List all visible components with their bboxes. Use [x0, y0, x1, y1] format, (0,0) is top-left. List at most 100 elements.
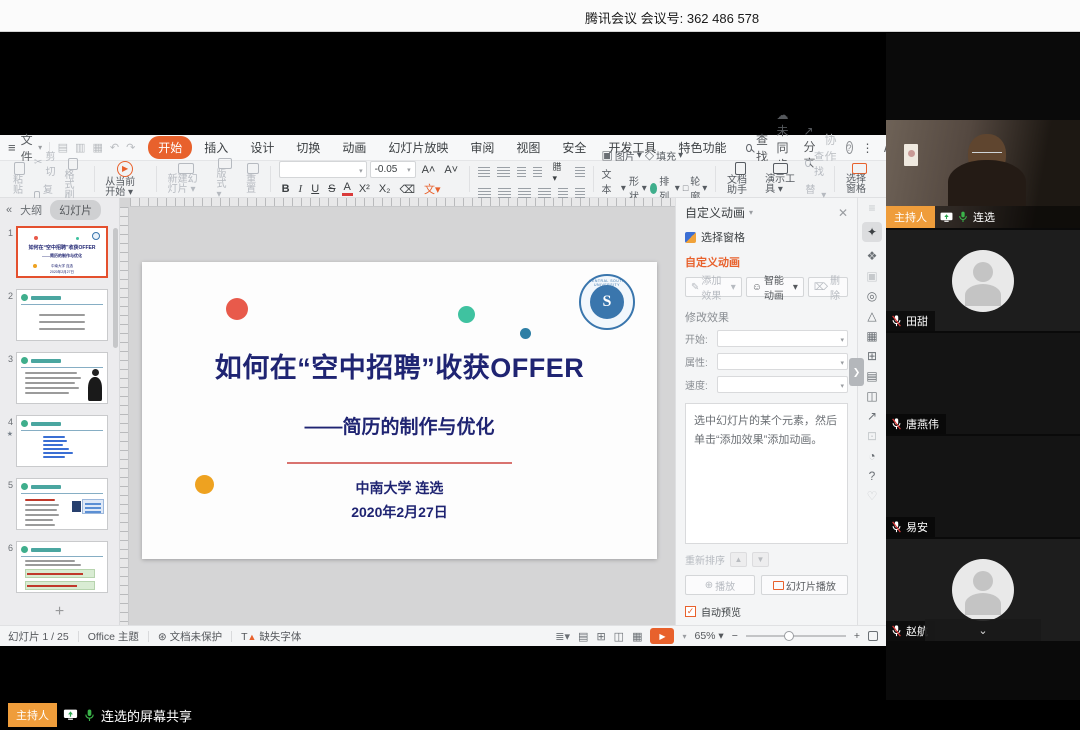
- italic-button[interactable]: I: [296, 183, 306, 195]
- increase-font-icon[interactable]: A˄: [419, 164, 439, 176]
- format-pane-icon[interactable]: ▣: [866, 270, 877, 282]
- slide-thumbnail-1[interactable]: 如何在“空中招聘”收获OFFER ——简历的制作与优化 中南大学 连选 2020…: [16, 226, 108, 278]
- theme-name[interactable]: Office 主题: [88, 629, 139, 644]
- speed-select[interactable]: ▾: [717, 376, 848, 393]
- slide-canvas[interactable]: CENTRAL SOUTH UNIVERSITY S 如何在“空中招聘”收获OF…: [120, 198, 675, 625]
- tab-transition[interactable]: 切换: [286, 136, 330, 159]
- missing-font-warning[interactable]: T▲ 缺失字体: [241, 629, 301, 644]
- increase-indent-icon[interactable]: [533, 167, 542, 177]
- subscript-button[interactable]: X₂: [376, 183, 394, 195]
- font-size-input[interactable]: -0.05▾: [370, 161, 416, 178]
- present-tools-button[interactable]: 演示工具 ▾: [762, 163, 799, 195]
- property-select[interactable]: ▾: [717, 353, 848, 370]
- slide-thumbnail-6[interactable]: [16, 541, 108, 593]
- start-select[interactable]: ▾: [717, 330, 848, 347]
- underline-button[interactable]: U: [308, 183, 322, 195]
- notes-icon[interactable]: ≣▾: [555, 630, 570, 643]
- preview-icon[interactable]: ▦: [91, 141, 103, 154]
- save-icon[interactable]: ▤: [57, 141, 69, 154]
- layout-button[interactable]: 版式 ▾: [213, 158, 237, 200]
- add-slide-button[interactable]: +: [0, 599, 119, 625]
- text-direction-icon[interactable]: [575, 188, 585, 198]
- outline-tab[interactable]: 大纲: [20, 202, 42, 218]
- hamburger-menu-icon[interactable]: ≡: [8, 140, 16, 155]
- favorite-pane-icon[interactable]: ♡: [867, 490, 878, 502]
- normal-view-icon[interactable]: ▤: [578, 630, 588, 643]
- grid-pane-icon[interactable]: ⊞: [867, 350, 877, 362]
- font-name-input[interactable]: ▾: [279, 161, 367, 178]
- panel-title-caret-icon[interactable]: ▾: [749, 208, 753, 217]
- find-toolbar-button[interactable]: 查找: [805, 148, 826, 178]
- slide-thumbnail-3[interactable]: [16, 352, 108, 404]
- zoom-slider[interactable]: [746, 635, 846, 637]
- undo-icon[interactable]: ↶: [109, 141, 120, 154]
- redo-icon[interactable]: ↷: [125, 141, 136, 154]
- help-icon[interactable]: ?: [846, 141, 853, 154]
- close-panel-icon[interactable]: ✕: [838, 206, 848, 220]
- help-pane-icon[interactable]: ?: [869, 470, 876, 482]
- decrease-font-icon[interactable]: A˅: [441, 164, 461, 176]
- clear-format-button[interactable]: ⌫: [396, 183, 418, 196]
- print-icon[interactable]: ▥: [74, 141, 86, 154]
- align-right-icon[interactable]: [518, 188, 531, 198]
- tab-design[interactable]: 设计: [240, 136, 284, 159]
- picture-button[interactable]: ▣ 图片 ▾: [602, 148, 642, 163]
- zoom-slider-thumb[interactable]: [784, 631, 794, 641]
- shape-pane-icon[interactable]: △: [867, 310, 876, 322]
- line-spacing-icon[interactable]: [575, 167, 584, 177]
- selection-pane-button[interactable]: 选择窗格: [843, 163, 876, 195]
- panel-collapse-icon[interactable]: «: [6, 204, 12, 216]
- doc-assistant-button[interactable]: 文档助手: [724, 162, 756, 196]
- strikethrough-button[interactable]: S: [325, 183, 338, 195]
- history-pane-icon[interactable]: ◔: [868, 450, 875, 462]
- collapse-participants-button[interactable]: ⌄: [925, 619, 1041, 641]
- format-painter-button[interactable]: 格式刷: [61, 158, 85, 201]
- slideshow-view-icon[interactable]: ▦: [632, 630, 642, 643]
- slideshow-play-button[interactable]: 幻灯片播放: [761, 575, 848, 595]
- tab-view[interactable]: 视图: [506, 136, 550, 159]
- export-pane-icon[interactable]: ↗: [867, 410, 877, 422]
- slides-tab[interactable]: 幻灯片: [50, 200, 101, 220]
- text-effects-button[interactable]: 文▾: [421, 181, 444, 197]
- tab-home[interactable]: 开始: [148, 136, 192, 159]
- zoom-level[interactable]: 65% ▾: [695, 630, 724, 642]
- decrease-indent-icon[interactable]: [517, 167, 526, 177]
- video-tile-yian[interactable]: 易安: [886, 436, 1080, 537]
- video-tile-tangyanwei[interactable]: 唐燕伟: [886, 333, 1080, 434]
- table-pane-icon[interactable]: ▦: [866, 330, 877, 342]
- animation-pane-icon[interactable]: ✦: [862, 222, 882, 242]
- tab-animation[interactable]: 动画: [332, 136, 376, 159]
- numbered-list-icon[interactable]: [497, 167, 509, 177]
- auto-preview-checkbox[interactable]: ✓ 自动预览: [685, 604, 848, 619]
- play-from-current-button[interactable]: ▶ 从当前开始 ▾: [102, 161, 148, 198]
- more-options-icon[interactable]: ⋮: [862, 141, 874, 155]
- slide-thumbnail-2[interactable]: [16, 289, 108, 341]
- selection-pane-link[interactable]: 选择窗格: [685, 229, 848, 245]
- paragraph-layout-icon[interactable]: 腊▾: [549, 160, 568, 184]
- file-menu[interactable]: 文件: [21, 131, 34, 165]
- find-button[interactable]: 查找: [746, 131, 770, 165]
- bold-button[interactable]: B: [279, 183, 293, 195]
- bullet-list-icon[interactable]: [478, 167, 490, 177]
- collapse-panel-arrow[interactable]: ❯: [849, 358, 864, 386]
- smart-animation-button[interactable]: ☺ 智能动画 ▾: [746, 277, 804, 297]
- align-center-icon[interactable]: [498, 188, 511, 198]
- fill-button[interactable]: ◇ 填充 ▾: [645, 148, 683, 163]
- archive-pane-icon[interactable]: ⊡: [867, 430, 877, 442]
- video-tile-tiantian[interactable]: 田甜: [886, 230, 1080, 331]
- align-pane-icon[interactable]: ▤: [866, 370, 877, 382]
- tab-insert[interactable]: 插入: [194, 136, 238, 159]
- font-color-button[interactable]: A: [342, 182, 353, 196]
- superscript-button[interactable]: X²: [356, 183, 373, 195]
- columns-icon[interactable]: [558, 188, 568, 198]
- slide-thumbnail-4[interactable]: [16, 415, 108, 467]
- tab-security[interactable]: 安全: [552, 136, 596, 159]
- layers-pane-icon[interactable]: ◫: [866, 390, 877, 402]
- reading-view-icon[interactable]: ◫: [614, 630, 624, 643]
- zoom-in-button[interactable]: +: [854, 630, 860, 642]
- protection-status[interactable]: ⊛ 文档未保护: [158, 629, 222, 644]
- zoom-out-button[interactable]: −: [732, 630, 738, 642]
- tab-slideshow[interactable]: 幻灯片放映: [378, 136, 458, 159]
- video-tile-zhaohang[interactable]: 赵航 ⌄: [886, 539, 1080, 641]
- play-options-caret-icon[interactable]: ▾: [682, 632, 686, 641]
